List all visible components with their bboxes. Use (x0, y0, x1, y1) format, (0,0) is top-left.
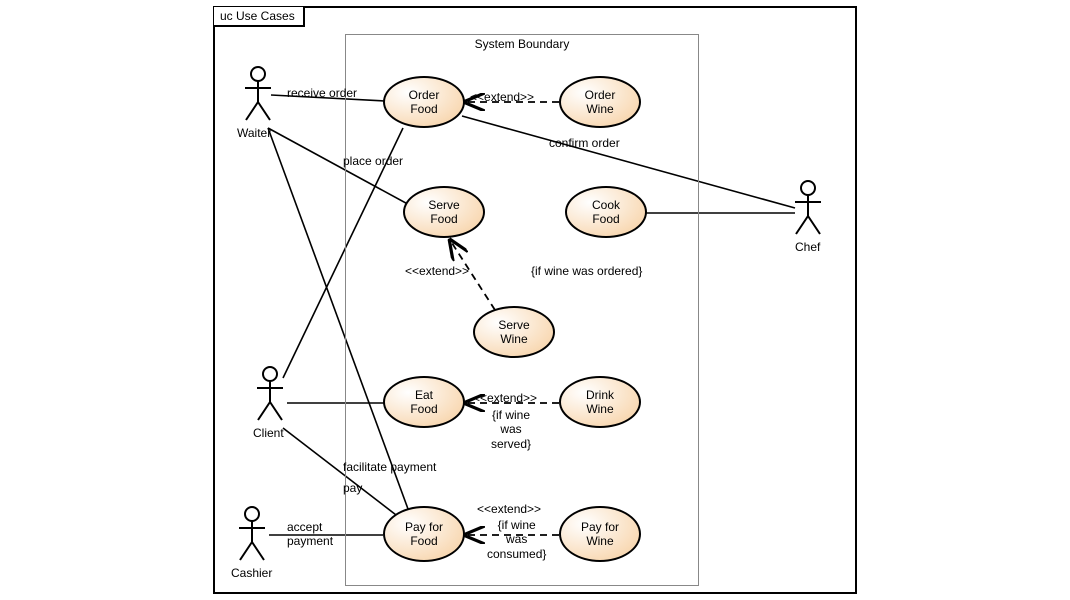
diagram-frame: uc Use Cases Order Food (dashed arrow to… (213, 6, 857, 594)
actor-waiter-label: Waiter (237, 126, 271, 140)
label-guard-wine-consumed: {if wine was consumed} (487, 518, 546, 561)
usecase-pay-food: Pay for Food (383, 506, 465, 562)
label-guard-wine-served: {if wine was served} (491, 408, 531, 451)
label-facilitate-payment: facilitate payment (343, 460, 436, 474)
label-confirm-order: confirm order (549, 136, 620, 150)
frame-title: uc Use Cases (214, 7, 305, 27)
system-boundary-label: System Boundary (475, 37, 570, 51)
actor-client (255, 366, 285, 422)
actor-chef (793, 180, 823, 236)
label-receive-order: receive order (287, 86, 357, 100)
usecase-eat-food: Eat Food (383, 376, 465, 428)
label-extend-3: <<extend>> (473, 391, 537, 405)
usecase-cook-food: Cook Food (565, 186, 647, 238)
actor-client-label: Client (253, 426, 284, 440)
label-accept-payment: accept payment (287, 520, 333, 549)
usecase-pay-wine: Pay for Wine (559, 506, 641, 562)
label-place-order: place order (343, 154, 403, 168)
label-extend-2: <<extend>> (405, 264, 469, 278)
actor-cashier-label: Cashier (231, 566, 272, 580)
actor-chef-label: Chef (795, 240, 820, 254)
usecase-order-wine: Order Wine (559, 76, 641, 128)
label-extend-1: <<extend>> (470, 90, 534, 104)
label-guard-wine-ordered: {if wine was ordered} (531, 264, 642, 278)
usecase-serve-wine: Serve Wine (473, 306, 555, 358)
usecase-order-food: Order Food (383, 76, 465, 128)
label-extend-4: <<extend>> (477, 502, 541, 516)
actor-waiter (243, 66, 273, 122)
label-pay: pay (343, 481, 362, 495)
usecase-drink-wine: Drink Wine (559, 376, 641, 428)
actor-cashier (237, 506, 267, 562)
usecase-serve-food: Serve Food (403, 186, 485, 238)
